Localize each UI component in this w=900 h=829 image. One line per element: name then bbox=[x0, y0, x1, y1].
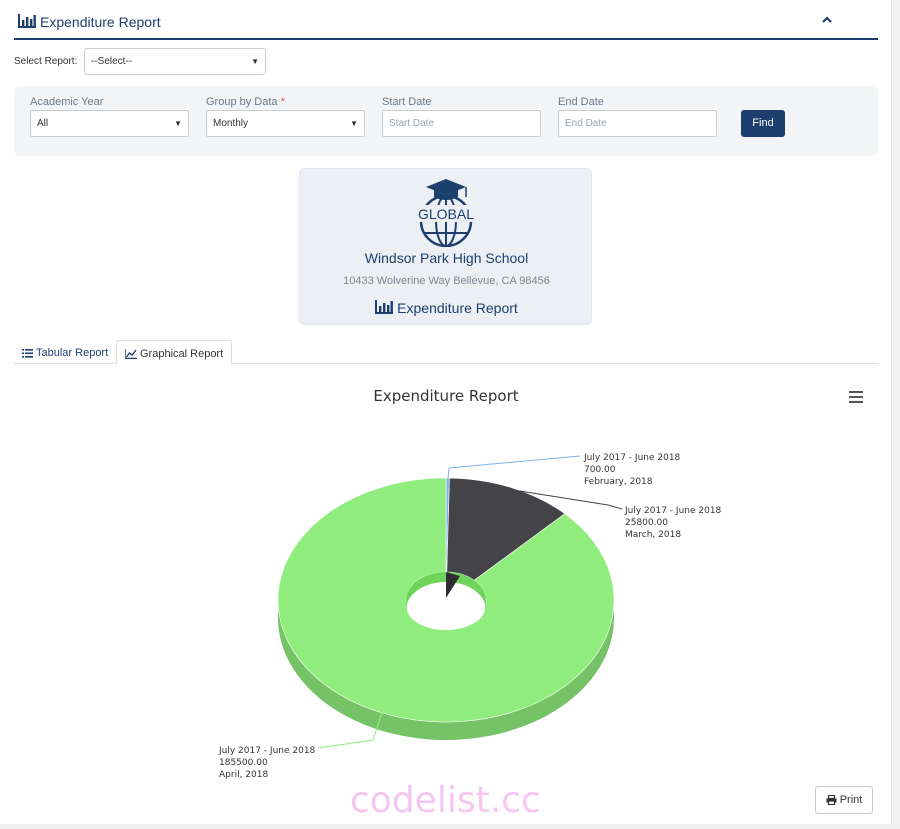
scrollbar[interactable] bbox=[892, 0, 900, 829]
print-label: Print bbox=[839, 794, 863, 806]
bottom-strip bbox=[0, 824, 900, 829]
printer-icon bbox=[826, 794, 837, 806]
data-label-value: 700.00 bbox=[584, 465, 616, 475]
expenditure-pie-chart: July 2017 - June 2018 700.00 February, 201… bbox=[218, 453, 722, 780]
data-label-year: July 2017 - June 2018 bbox=[218, 746, 316, 756]
report-page: Expenditure Report Select Report: --Sele… bbox=[0, 0, 892, 829]
data-label-period: April, 2018 bbox=[219, 770, 268, 780]
data-label-period: February, 2018 bbox=[584, 477, 653, 487]
print-button[interactable]: Print bbox=[815, 786, 873, 814]
data-label-period: March, 2018 bbox=[625, 530, 681, 540]
connector-0 bbox=[447, 455, 581, 479]
data-label-value: 25800.00 bbox=[625, 518, 668, 528]
data-label-year: July 2017 - June 2018 bbox=[624, 506, 722, 516]
data-label-value: 185500.00 bbox=[219, 758, 268, 768]
data-label-year: July 2017 - June 2018 bbox=[583, 453, 681, 463]
watermark-text: codelist.cc bbox=[350, 780, 541, 821]
